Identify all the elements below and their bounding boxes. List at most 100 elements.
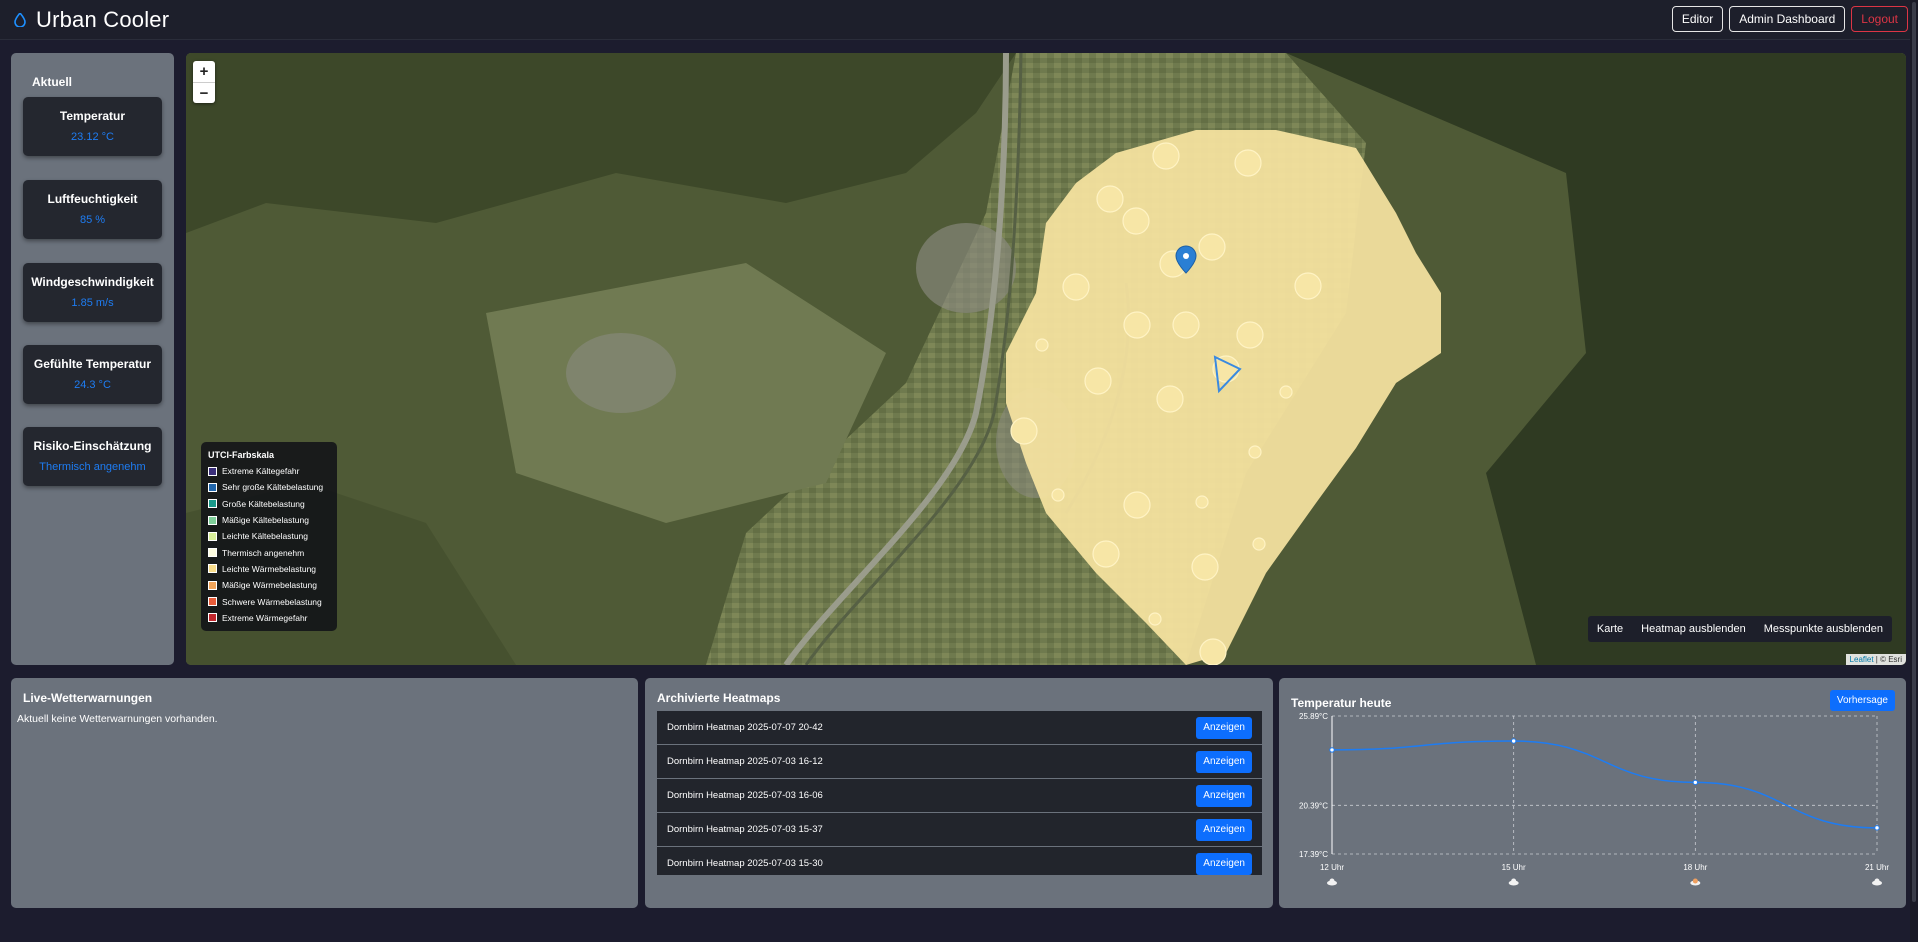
legend-swatch <box>208 515 217 525</box>
legend-swatch <box>208 482 217 492</box>
data-point <box>1510 738 1517 744</box>
legend-item: Mäßige Kältebelastung <box>208 512 330 528</box>
archive-row: Dornbirn Heatmap 2025-07-03 15-30 Anzeig… <box>657 847 1262 875</box>
legend-item: Leichte Wärmebelastung <box>208 561 330 577</box>
legend-label: Schwere Wärmebelastung <box>222 596 322 607</box>
page-scrollbar[interactable] <box>1910 0 1918 942</box>
legend-item: Schwere Wärmebelastung <box>208 593 330 609</box>
legend-item: Große Kältebelastung <box>208 496 330 512</box>
droplet-icon <box>14 13 26 27</box>
x-tick-label: 15 Uhr <box>1502 863 1526 872</box>
heatmap-toggle[interactable]: Heatmap ausblenden <box>1632 623 1755 635</box>
card-value: 85 % <box>79 214 106 226</box>
utci-legend: UTCI-Farbskala Extreme Kältegefahr Sehr g… <box>201 442 337 631</box>
legend-item: Sehr große Kältebelastung <box>208 479 330 495</box>
archive-row: Dornbirn Heatmap 2025-07-03 16-06 Anzeig… <box>657 779 1262 813</box>
layer-control: Karte Heatmap ausblenden Messpunkte ausb… <box>1587 616 1892 642</box>
legend-swatch <box>208 597 217 607</box>
legend-label: Große Kältebelastung <box>222 498 305 509</box>
legend-title: UTCI-Farbskala <box>208 450 275 460</box>
temperature-chart-panel: Temperatur heute Vorhersage 25.89°C 20.39… <box>1279 678 1906 908</box>
show-heatmap-button[interactable]: Anzeigen <box>1196 852 1252 875</box>
card-label: Gefühlte Temperatur <box>33 357 152 371</box>
archive-item-name: Dornbirn Heatmap 2025-07-07 20-42 <box>667 722 823 733</box>
card-value: 24.3 °C <box>74 379 111 391</box>
show-heatmap-button[interactable]: Anzeigen <box>1196 750 1252 773</box>
legend-swatch <box>208 548 217 558</box>
legend-swatch <box>208 613 217 623</box>
satellite-imagery <box>186 53 1906 665</box>
archive-item-name: Dornbirn Heatmap 2025-07-03 15-37 <box>667 824 823 835</box>
legend-item: Leichte Kältebelastung <box>208 528 330 544</box>
x-tick-label: 18 Uhr <box>1683 863 1707 872</box>
legend-swatch <box>208 499 217 509</box>
archive-row: Dornbirn Heatmap 2025-07-03 15-37 Anzeig… <box>657 813 1262 847</box>
map-layer-toggle[interactable]: Karte <box>1588 623 1632 635</box>
archive-item-name: Dornbirn Heatmap 2025-07-03 15-30 <box>667 858 823 869</box>
archive-row: Dornbirn Heatmap 2025-07-03 16-12 Anzeig… <box>657 745 1262 779</box>
legend-label: Sehr große Kältebelastung <box>222 482 324 493</box>
card-value: Thermisch angenehm <box>39 461 146 473</box>
x-tick-label: 21 Uhr <box>1865 863 1889 872</box>
archive-title: Archivierte Heatmaps <box>657 691 781 705</box>
legend-label: Mäßige Wärmebelastung <box>222 580 317 591</box>
card-label: Risiko-Einschätzung <box>33 439 152 453</box>
app-title: Urban Cooler <box>36 7 170 32</box>
data-point <box>1692 779 1699 786</box>
temperature-series-line <box>1331 740 1878 829</box>
measurement-points-toggle[interactable]: Messpunkte ausblenden <box>1755 623 1892 635</box>
archived-heatmaps-panel: Archivierte Heatmaps Dornbirn Heatmap 20… <box>645 678 1273 908</box>
cloud-icon <box>1327 878 1337 886</box>
legend-label: Extreme Kältegefahr <box>222 466 300 477</box>
brand[interactable]: Urban Cooler <box>14 7 169 33</box>
zoom-in-button[interactable]: + <box>193 61 215 82</box>
cloud-icon <box>1508 878 1519 886</box>
y-tick-label: 25.89°C <box>1299 712 1328 721</box>
leaflet-link[interactable]: Leaflet <box>1850 655 1874 664</box>
card-value: 1.85 m/s <box>71 297 114 309</box>
current-conditions-panel: Aktuell Temperatur 23.12 °C Luftfeuchtig… <box>11 53 174 665</box>
legend-label: Thermisch angenehm <box>222 547 305 558</box>
heatmap-map[interactable]: + − UTCI-Farbskala Extreme Kältegefahr Se… <box>186 53 1906 665</box>
legend-item: Mäßige Wärmebelastung <box>208 577 330 593</box>
top-navbar: Urban Cooler Editor Admin Dashboard Logo… <box>0 0 1918 40</box>
show-heatmap-button[interactable]: Anzeigen <box>1196 784 1252 807</box>
risk-card: Risiko-Einschätzung Thermisch angenehm <box>23 427 162 486</box>
legend-label: Leichte Wärmebelastung <box>222 563 317 574</box>
legend-item: Extreme Wärmegefahr <box>208 610 330 626</box>
legend-swatch <box>208 531 217 541</box>
legend-label: Mäßige Kältebelastung <box>222 515 309 526</box>
admin-dashboard-button[interactable]: Admin Dashboard <box>1729 6 1846 32</box>
zoom-control: + − <box>193 61 215 103</box>
legend-item: Extreme Kältegefahr <box>208 463 330 479</box>
temperature-card: Temperatur 23.12 °C <box>23 97 162 156</box>
feels-like-card: Gefühlte Temperatur 24.3 °C <box>23 345 162 404</box>
show-heatmap-button[interactable]: Anzeigen <box>1196 818 1252 841</box>
archive-row: Dornbirn Heatmap 2025-07-07 20-42 Anzeig… <box>657 711 1262 745</box>
legend-label: Leichte Kältebelastung <box>222 531 309 542</box>
temperature-line-chart: 25.89°C 20.39°C 17.39°C 12 Uhr 15 Uhr 18 Uhr 2… <box>1299 712 1889 886</box>
zoom-out-button[interactable]: − <box>193 82 215 103</box>
weather-warnings-panel: Live-Wetterwarnungen Aktuell keine Wette… <box>11 678 638 908</box>
card-value: 23.12 °C <box>71 131 114 143</box>
card-label: Windgeschwindigkeit <box>31 275 154 289</box>
warnings-text: Aktuell keine Wetterwarnungen vorhanden. <box>17 713 218 725</box>
archive-item-name: Dornbirn Heatmap 2025-07-03 16-12 <box>667 756 823 767</box>
y-tick-label: 20.39°C <box>1299 801 1328 810</box>
data-point <box>1329 747 1335 753</box>
data-point <box>1874 825 1880 831</box>
legend-label: Extreme Wärmegefahr <box>222 612 308 623</box>
card-label: Temperatur <box>59 109 126 123</box>
cloud-sun-icon <box>1690 878 1701 886</box>
archive-item-name: Dornbirn Heatmap 2025-07-03 16-06 <box>667 790 823 801</box>
attribution-text: | © Esri <box>1873 655 1902 664</box>
legend-swatch <box>208 580 217 590</box>
nav-buttons: Editor Admin Dashboard Logout <box>1671 6 1908 32</box>
humidity-card: Luftfeuchtigkeit 85 % <box>23 180 162 239</box>
show-heatmap-button[interactable]: Anzeigen <box>1196 716 1252 739</box>
y-tick-label: 17.39°C <box>1299 850 1328 859</box>
editor-button[interactable]: Editor <box>1671 6 1724 32</box>
logout-button[interactable]: Logout <box>1851 6 1908 32</box>
cloud-icon <box>1872 878 1882 886</box>
sidebar-title: Aktuell <box>32 75 73 89</box>
